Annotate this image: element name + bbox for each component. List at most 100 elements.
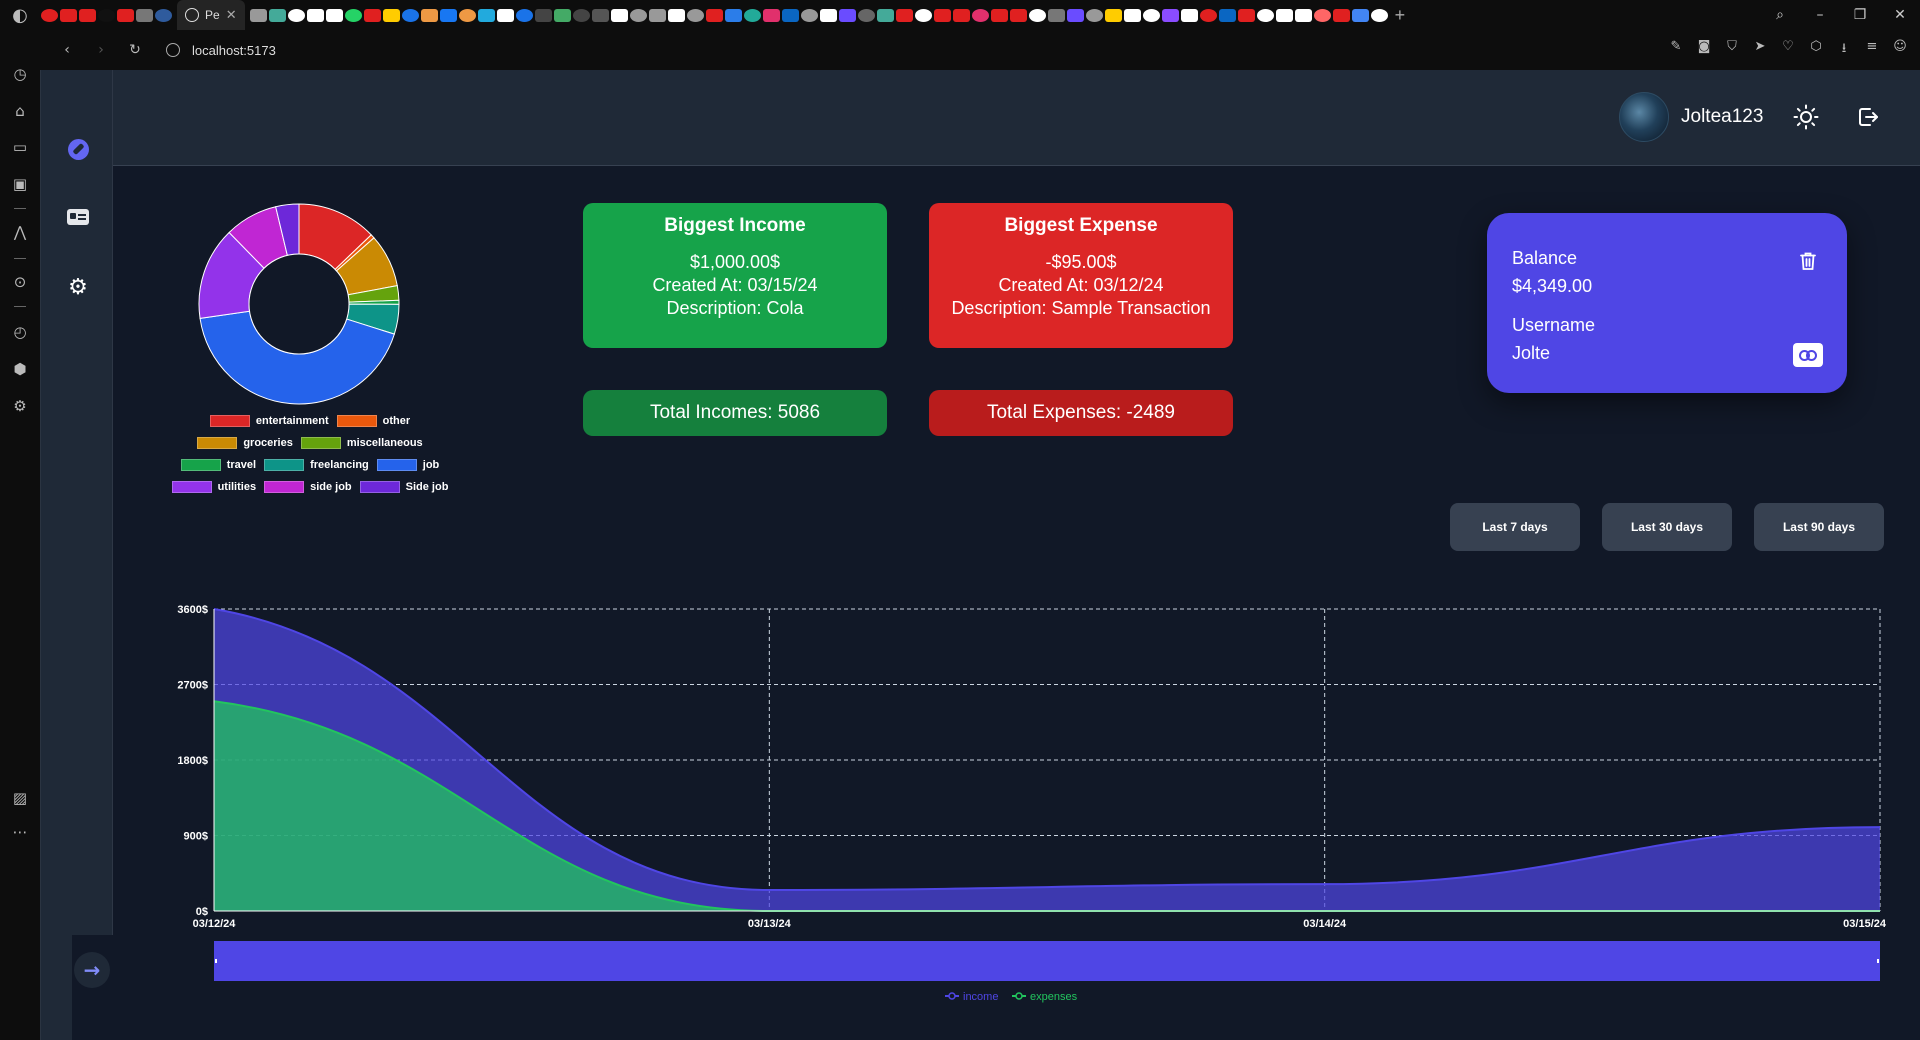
minimize-button[interactable]: – <box>1800 7 1840 23</box>
speed-dial-icon[interactable]: ◷ <box>10 64 30 84</box>
tab-favicon-icon[interactable] <box>610 8 628 22</box>
tab-favicon-icon[interactable] <box>268 8 286 22</box>
tab-favicon-icon[interactable] <box>1009 8 1027 22</box>
active-tab[interactable]: Pe ✕ <box>177 0 245 30</box>
tab-favicon-icon[interactable] <box>724 8 742 22</box>
menu-icon[interactable]: ≡ <box>1858 39 1886 61</box>
legend-item[interactable]: other <box>336 415 410 427</box>
new-tab-button[interactable]: + <box>1395 5 1406 26</box>
tab-favicon-icon[interactable] <box>1218 8 1236 22</box>
brush-handle-right[interactable] <box>1877 959 1879 963</box>
last-30-days-button[interactable]: Last 30 days <box>1602 503 1732 551</box>
browser-logo-icon[interactable]: ◐ <box>0 0 40 30</box>
sun-icon[interactable] <box>1791 102 1821 132</box>
id-card-icon[interactable] <box>65 204 91 230</box>
tab-favicon-icon[interactable] <box>155 8 172 22</box>
reload-button[interactable]: ↻ <box>118 42 152 58</box>
tab-favicon-icon[interactable] <box>306 8 324 22</box>
tab-favicon-icon[interactable] <box>648 8 666 22</box>
tab-favicon-icon[interactable] <box>914 8 932 22</box>
tab-favicon-icon[interactable] <box>857 8 875 22</box>
tab-favicon-icon[interactable] <box>439 8 457 22</box>
twitch-icon[interactable]: ▭ <box>10 137 30 157</box>
trash-icon[interactable] <box>1799 251 1817 271</box>
legend-item[interactable]: side job <box>264 481 352 493</box>
tab-favicon-icon[interactable] <box>1370 8 1388 22</box>
avatar[interactable] <box>1619 92 1669 142</box>
tab-favicon-icon[interactable] <box>686 8 704 22</box>
tab-favicon-icon[interactable] <box>895 8 913 22</box>
legend-item[interactable]: freelancing <box>264 459 369 471</box>
tab-favicon-icon[interactable] <box>1066 8 1084 22</box>
tab-favicon-icon[interactable] <box>705 8 723 22</box>
tab-favicon-icon[interactable] <box>1180 8 1198 22</box>
legend-item[interactable]: groceries <box>197 437 293 449</box>
tab-favicon-icon[interactable] <box>344 8 362 22</box>
tab-favicon-icon[interactable] <box>496 8 514 22</box>
camera-icon[interactable]: ◙ <box>1690 39 1718 61</box>
tab-favicon-icon[interactable] <box>629 8 647 22</box>
heart-icon[interactable]: ♡ <box>1774 39 1802 61</box>
history-icon[interactable]: ◴ <box>10 322 30 342</box>
tab-favicon-icon[interactable] <box>1237 8 1255 22</box>
edit-icon[interactable]: ✎ <box>1662 39 1690 61</box>
logout-icon[interactable] <box>1853 102 1883 132</box>
legend-expenses[interactable]: expenses <box>1012 991 1078 1003</box>
tab-favicon-icon[interactable] <box>98 8 115 22</box>
extensions-icon[interactable]: ⬢ <box>10 359 30 379</box>
tab-favicon-icon[interactable] <box>819 8 837 22</box>
tab-favicon-icon[interactable] <box>1199 8 1217 22</box>
compass-icon[interactable] <box>65 136 91 162</box>
tab-favicon-icon[interactable] <box>1351 8 1369 22</box>
tab-favicon-icon[interactable] <box>534 8 552 22</box>
aria-icon[interactable]: ⋀ <box>10 222 30 242</box>
legend-item[interactable]: miscellaneous <box>300 437 423 449</box>
bag-icon[interactable]: ⌂ <box>10 101 30 121</box>
tab-favicon-icon[interactable] <box>363 8 381 22</box>
tab-favicon-icon[interactable] <box>1085 8 1103 22</box>
tab-favicon-icon[interactable] <box>933 8 951 22</box>
legend-item[interactable]: job <box>376 459 439 471</box>
tab-favicon-icon[interactable] <box>79 8 96 22</box>
settings-icon[interactable]: ⚙ <box>10 396 30 416</box>
tab-favicon-icon[interactable] <box>800 8 818 22</box>
cube-icon[interactable]: ⬡ <box>1802 39 1830 61</box>
legend-item[interactable]: entertainment <box>209 415 329 427</box>
forward-button[interactable]: › <box>84 42 118 58</box>
expand-sidebar-button[interactable]: → <box>74 952 110 988</box>
tab-favicon-icon[interactable] <box>136 8 153 22</box>
tab-favicon-icon[interactable] <box>572 8 590 22</box>
tab-favicon-icon[interactable] <box>1142 8 1160 22</box>
last-90-days-button[interactable]: Last 90 days <box>1754 503 1884 551</box>
search-tabs-icon[interactable]: ⌕ <box>1760 7 1800 23</box>
tab-favicon-icon[interactable] <box>458 8 476 22</box>
more-icon[interactable]: ⋯ <box>10 822 30 842</box>
tab-favicon-icon[interactable] <box>971 8 989 22</box>
tab-favicon-icon[interactable] <box>838 8 856 22</box>
shield-icon[interactable]: ⛉ <box>1718 39 1746 61</box>
back-button[interactable]: ‹ <box>50 42 84 58</box>
url-input[interactable]: localhost:5173 <box>192 43 276 58</box>
tab-favicon-icon[interactable] <box>325 8 343 22</box>
legend-income[interactable]: income <box>945 991 998 1003</box>
tab-favicon-icon[interactable] <box>515 8 533 22</box>
tab-favicon-icon[interactable] <box>781 8 799 22</box>
chart-brush[interactable] <box>214 941 1880 981</box>
send-icon[interactable]: ➤ <box>1746 39 1774 61</box>
tab-favicon-icon[interactable] <box>401 8 419 22</box>
tab-favicon-icon[interactable] <box>1256 8 1274 22</box>
tab-favicon-icon[interactable] <box>382 8 400 22</box>
app-icon[interactable]: ▣ <box>10 174 30 194</box>
tab-favicon-icon[interactable] <box>1294 8 1312 22</box>
tab-favicon-icon[interactable] <box>477 8 495 22</box>
close-window-button[interactable]: ✕ <box>1880 7 1920 23</box>
restore-button[interactable]: ❐ <box>1840 7 1880 23</box>
tab-favicon-icon[interactable] <box>1332 8 1350 22</box>
legend-item[interactable]: Side job <box>359 481 448 493</box>
brush-handle-left[interactable] <box>215 959 217 963</box>
tab-favicon-icon[interactable] <box>952 8 970 22</box>
player-icon[interactable]: ⊙ <box>10 272 30 292</box>
tab-favicon-icon[interactable] <box>1123 8 1141 22</box>
last-7-days-button[interactable]: Last 7 days <box>1450 503 1580 551</box>
tab-favicon-icon[interactable] <box>249 8 267 22</box>
